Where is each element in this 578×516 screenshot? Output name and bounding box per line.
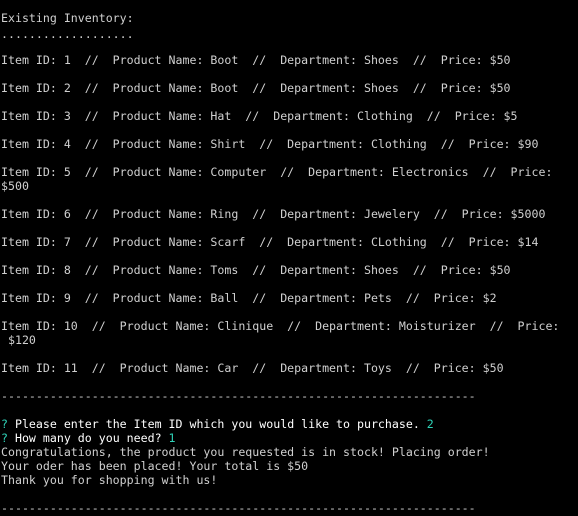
inventory-row: Item ID: 6 // Product Name: Ring // Depa… [1, 207, 546, 221]
prompt-question: Please enter the Item ID which you would… [14, 417, 420, 431]
inventory-row-wrap: $120 [1, 333, 36, 347]
inventory-row: Item ID: 3 // Product Name: Hat // Depar… [1, 109, 518, 123]
message-line: Your oder has been placed! Your total is… [1, 459, 309, 473]
inventory-header: Existing Inventory: [1, 11, 134, 25]
divider-line: ----------------------------------------… [1, 501, 476, 515]
inventory-row: Item ID: 9 // Product Name: Ball // Depa… [1, 291, 497, 305]
inventory-row: Item ID: 7 // Product Name: Scarf // Dep… [1, 235, 539, 249]
inventory-row-wrap: $500 [1, 179, 29, 193]
prompt-answer[interactable]: 1 [169, 431, 176, 445]
inventory-row: Item ID: 10 // Product Name: Clinique //… [1, 319, 560, 333]
divider-line: ----------------------------------------… [1, 389, 476, 403]
inventory-row: Item ID: 2 // Product Name: Boot // Depa… [1, 81, 511, 95]
inventory-row: Item ID: 11 // Product Name: Car // Depa… [1, 361, 504, 375]
prompt-marker-icon: ? [1, 417, 8, 431]
terminal-window[interactable]: Existing Inventory: ................... … [0, 0, 578, 516]
prompt-marker-icon: ? [1, 431, 8, 445]
message-line: Thank you for shopping with us! [1, 473, 218, 487]
message-line: Congratulations, the product you request… [1, 445, 490, 459]
inventory-row: Item ID: 8 // Product Name: Toms // Depa… [1, 263, 511, 277]
prompt-question: How many do you need? [14, 431, 162, 445]
prompt-quantity: ? How many do you need? 1 [1, 431, 176, 445]
inventory-row: Item ID: 5 // Product Name: Computer // … [1, 165, 553, 179]
prompt-item-id: ? Please enter the Item ID which you wou… [1, 417, 434, 431]
header-dots: ................... [1, 27, 134, 41]
inventory-row: Item ID: 1 // Product Name: Boot // Depa… [1, 53, 511, 67]
inventory-row: Item ID: 4 // Product Name: Shirt // Dep… [1, 137, 539, 151]
prompt-answer[interactable]: 2 [427, 417, 434, 431]
